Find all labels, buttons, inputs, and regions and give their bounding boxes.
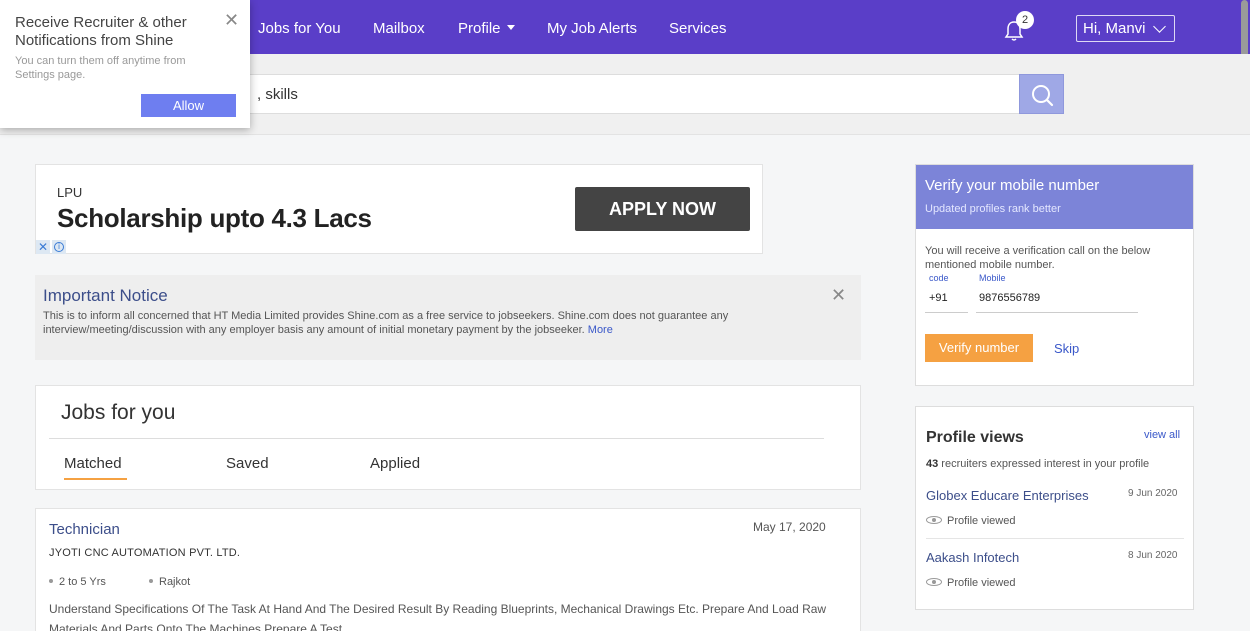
chevron-down-icon <box>1153 20 1166 33</box>
notice-text: This is to inform all concerned that HT … <box>43 310 729 336</box>
user-menu[interactable]: Hi, Manvi <box>1076 15 1175 42</box>
recruiter-count: 43 <box>926 458 939 470</box>
verify-title: Verify your mobile number <box>925 177 1100 194</box>
eye-icon <box>926 516 942 524</box>
ad-headline: Scholarship upto 4.3 Lacs <box>57 203 372 233</box>
notice-more-link[interactable]: More <box>588 324 613 336</box>
mobile-field-underline <box>976 312 1138 313</box>
jobs-title: Jobs for you <box>61 401 176 424</box>
notification-badge: 2 <box>1016 11 1034 29</box>
job-experience: 2 to 5 Yrs <box>49 576 106 588</box>
job-location-value: Rajkot <box>159 576 191 588</box>
nav-job-alerts[interactable]: My Job Alerts <box>547 20 637 37</box>
search-input[interactable]: , skills <box>240 74 1020 114</box>
mobile-field[interactable]: 9876556789 <box>979 292 1040 304</box>
notification-permission-popup: Receive Recruiter & other Notifications … <box>0 0 250 128</box>
popup-title: Receive Recruiter & other Notifications … <box>15 14 187 49</box>
verify-header: Verify your mobile number Updated profil… <box>916 165 1193 229</box>
viewer-status-text: Profile viewed <box>947 577 1016 589</box>
bullet-icon <box>49 579 53 583</box>
nav-jobs-for-you[interactable]: Jobs for You <box>258 20 341 37</box>
verify-mobile-card: Verify your mobile number Updated profil… <box>915 164 1194 386</box>
skip-link[interactable]: Skip <box>1054 341 1079 356</box>
tab-matched[interactable]: Matched <box>64 455 122 472</box>
divider <box>49 438 824 439</box>
tab-applied[interactable]: Applied <box>370 455 420 472</box>
jobs-for-you-card: Jobs for you Matched Saved Applied <box>35 385 861 490</box>
job-title[interactable]: Technician <box>49 521 120 538</box>
summary-text: recruiters expressed interest in your pr… <box>938 458 1150 470</box>
nav-profile[interactable]: Profile <box>458 20 515 37</box>
nav-mailbox[interactable]: Mailbox <box>373 20 425 37</box>
search-button[interactable] <box>1019 74 1064 114</box>
profile-views-card: Profile views view all 43 recruiters exp… <box>915 406 1194 610</box>
view-all-link[interactable]: view all <box>1144 429 1180 441</box>
popup-body: You can turn them off anytime from Setti… <box>15 55 186 81</box>
notice-title: Important Notice <box>43 286 168 305</box>
divider <box>926 538 1184 539</box>
ad-close-icon[interactable]: ✕ <box>36 240 50 254</box>
viewer-company[interactable]: Globex Educare Enterprises <box>926 488 1089 503</box>
user-greeting: Hi, Manvi <box>1083 20 1146 37</box>
verify-number-button[interactable]: Verify number <box>925 334 1033 362</box>
caret-down-icon <box>506 25 515 30</box>
job-date: May 17, 2020 <box>753 520 826 534</box>
nav-profile-label: Profile <box>458 20 501 37</box>
tab-saved[interactable]: Saved <box>226 455 269 472</box>
viewer-status: Profile viewed <box>926 577 1015 589</box>
search-icon <box>1032 85 1054 107</box>
viewer-status-text: Profile viewed <box>947 515 1016 527</box>
ad-info-icon[interactable]: i <box>52 240 66 254</box>
verify-text: You will receive a verification call on … <box>925 245 1151 271</box>
job-experience-value: 2 to 5 Yrs <box>59 576 106 588</box>
code-field-underline <box>925 312 968 313</box>
viewer-date: 9 Jun 2020 <box>1128 488 1178 499</box>
nav-services[interactable]: Services <box>669 20 727 37</box>
bullet-icon <box>149 579 153 583</box>
close-icon[interactable]: ✕ <box>831 285 846 306</box>
viewer-status: Profile viewed <box>926 515 1015 527</box>
job-location: Rajkot <box>149 576 190 588</box>
verify-subtitle: Updated profiles rank better <box>925 203 1061 215</box>
job-company: JYOTI CNC AUTOMATION PVT. LTD. <box>49 547 241 559</box>
ad-banner[interactable]: LPU Scholarship upto 4.3 Lacs APPLY NOW … <box>35 164 763 254</box>
allow-button[interactable]: Allow <box>141 94 236 117</box>
important-notice: Important Notice ✕ This is to inform all… <box>35 275 861 360</box>
ad-brand: LPU <box>57 185 83 200</box>
code-label: code <box>929 273 949 283</box>
profile-views-summary: 43 recruiters expressed interest in your… <box>926 458 1149 470</box>
viewer-date: 8 Jun 2020 <box>1128 550 1178 561</box>
mobile-label: Mobile <box>979 273 1006 283</box>
code-field[interactable]: +91 <box>929 292 948 304</box>
apply-now-button[interactable]: APPLY NOW <box>575 187 750 231</box>
notice-body: This is to inform all concerned that HT … <box>43 309 803 337</box>
job-description: Understand Specifications Of The Task At… <box>49 602 827 631</box>
profile-views-title: Profile views <box>926 429 1024 446</box>
viewer-company[interactable]: Aakash Infotech <box>926 550 1019 565</box>
close-icon[interactable]: ✕ <box>224 10 239 31</box>
job-card[interactable]: Technician May 17, 2020 JYOTI CNC AUTOMA… <box>35 508 861 631</box>
active-tab-indicator <box>64 478 127 480</box>
eye-icon <box>926 578 942 586</box>
